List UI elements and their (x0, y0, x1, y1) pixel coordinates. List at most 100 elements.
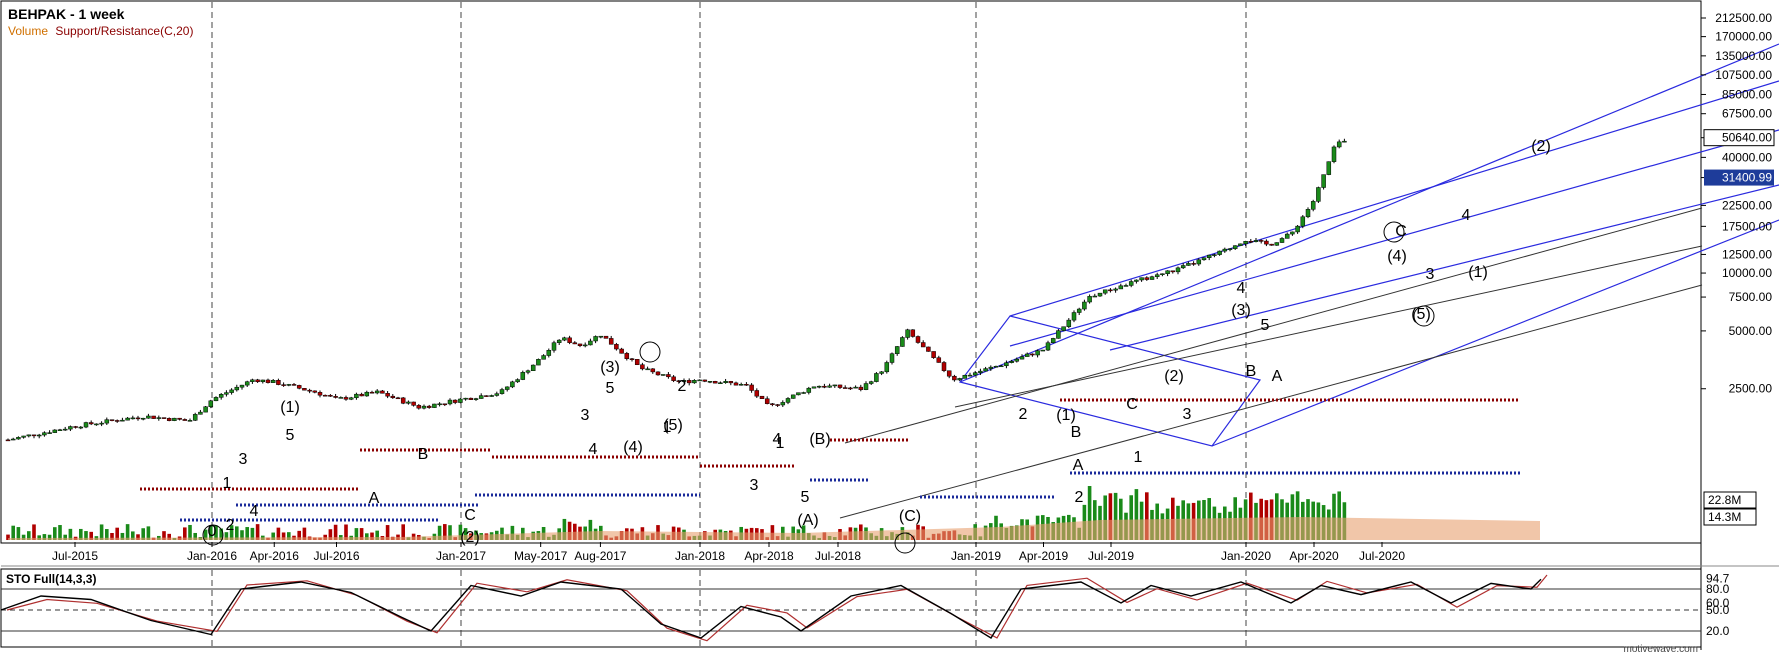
candle-body (1331, 146, 1337, 162)
wave-label: 2 (1075, 489, 1084, 506)
candle-body (1092, 295, 1098, 298)
candle-body (692, 380, 697, 384)
candle-body (1279, 238, 1285, 243)
candle-body (1274, 242, 1280, 246)
wave-label: (1) (1468, 264, 1488, 281)
candle-body (1097, 292, 1103, 297)
candle-body (801, 392, 806, 394)
candle-body (1196, 259, 1202, 265)
candle-body (832, 384, 838, 387)
candle-body (894, 346, 900, 354)
candle-body (650, 368, 656, 373)
candle-body (416, 405, 422, 409)
candle-body (317, 392, 323, 396)
candle-body (302, 388, 307, 391)
candle-body (182, 419, 188, 421)
candle-body (1014, 358, 1020, 362)
candle-body (203, 406, 208, 413)
volume-tick-label: 22.8M (1708, 493, 1741, 507)
y-tick-label: 17500.00 (1722, 219, 1772, 233)
candle-body (614, 344, 619, 350)
candle-body (993, 365, 999, 368)
candle-body (1284, 233, 1290, 239)
candle-body (1108, 289, 1113, 292)
candle-body (1170, 270, 1176, 273)
x-tick-label: Jul-2016 (313, 549, 359, 563)
candle-body (957, 378, 962, 381)
candle-body (442, 403, 448, 406)
candle-body (380, 390, 385, 394)
candle-body (156, 417, 162, 419)
volume-tick-label: 14.3M (1708, 510, 1741, 524)
candle-body (1134, 279, 1139, 282)
candle-body (1253, 240, 1259, 242)
candle-body (900, 337, 905, 347)
candle-body (1258, 240, 1264, 242)
candle-body (1212, 254, 1217, 256)
candle-body (941, 362, 947, 371)
candle-body (312, 390, 318, 393)
candle-body (837, 384, 843, 388)
candle-body (983, 368, 988, 372)
stoch-tick-label: 20.0 (1706, 624, 1730, 638)
candle-body (421, 405, 427, 409)
trend-line (844, 207, 1703, 444)
candle-body (1316, 187, 1321, 202)
candle-body (250, 379, 255, 382)
wave-label: (B) (809, 431, 830, 448)
candle-body (1144, 277, 1150, 280)
candle-body (5, 439, 11, 442)
wave-label: (3) (1231, 302, 1251, 319)
candle-body (109, 419, 115, 421)
candle-body (1342, 140, 1347, 143)
x-tick-label: Jul-2015 (52, 549, 98, 563)
y-tick-label: 85000.00 (1722, 87, 1772, 101)
y-tick-label: 22500.00 (1722, 198, 1772, 212)
wave-label: A (1073, 457, 1084, 474)
candle-body (567, 337, 572, 343)
price-badge-label: 31400.99 (1722, 171, 1772, 185)
candle-body (744, 384, 749, 386)
wave-label: 4 (1237, 280, 1246, 297)
candle-body (120, 419, 125, 422)
candle-body (1305, 209, 1311, 218)
wave-label: 3 (1426, 266, 1435, 283)
wave-label: 5 (286, 427, 295, 444)
candle-body (910, 329, 916, 337)
candle-body (291, 384, 297, 386)
candle-body (1295, 225, 1300, 233)
candle-body (494, 393, 500, 396)
stock-chart: 212500.00170000.00135000.00107500.008500… (0, 0, 1779, 655)
candle-body (764, 398, 770, 404)
candle-body (406, 401, 411, 404)
wave-label: (4) (623, 439, 643, 456)
candle-body (1300, 216, 1306, 227)
candle-body (816, 385, 822, 388)
candle-body (796, 392, 801, 396)
legend-support-resistance: Support/Resistance(C,20) (55, 24, 193, 38)
candle-body (718, 382, 723, 384)
candle-body (390, 395, 396, 399)
candle-body (759, 395, 765, 399)
candle-body (666, 374, 671, 378)
candle-body (1165, 270, 1170, 274)
y-tick-label: 10000.00 (1722, 266, 1772, 280)
wave-label: (C) (899, 508, 921, 525)
candle-body (265, 379, 271, 383)
candle-body (400, 397, 406, 404)
candle-body (848, 387, 853, 390)
candle-body (260, 379, 266, 383)
wave-label: C (464, 507, 476, 524)
candle-body (1102, 289, 1108, 294)
candle-body (686, 380, 692, 384)
pitchfork-body (958, 315, 1262, 447)
candle-body (270, 380, 276, 383)
candle-body (780, 402, 786, 406)
candle-body (104, 419, 110, 424)
candle-body (447, 399, 453, 405)
candle-body (36, 434, 42, 437)
candle-body (229, 389, 234, 393)
candle-body (660, 374, 666, 376)
candle-body (42, 432, 47, 436)
candle-body (525, 370, 531, 373)
